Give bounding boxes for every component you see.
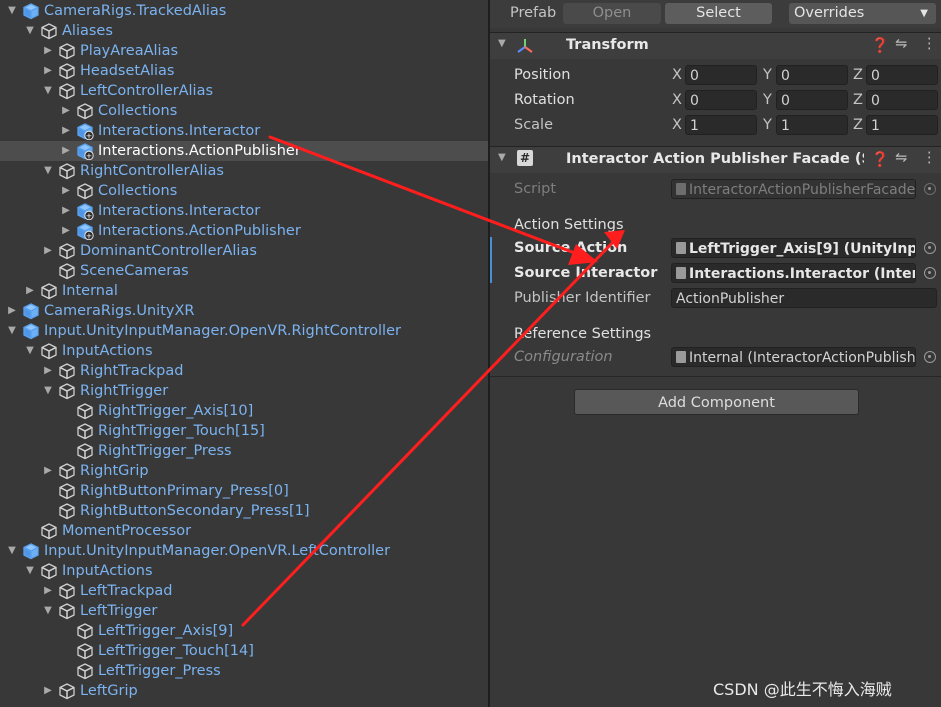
annotation-arrow-axis (241, 238, 617, 627)
annotation-arrow-interactor (268, 135, 582, 257)
annotation-arrowhead-interactor (568, 244, 598, 265)
watermark: CSDN @此生不悔入海贼 (713, 680, 892, 699)
annotation-overlay (241, 135, 625, 627)
